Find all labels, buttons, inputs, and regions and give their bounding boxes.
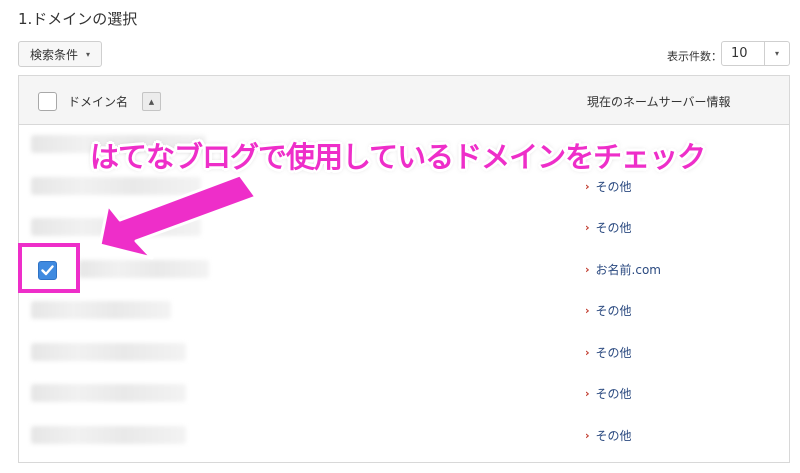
redacted-domain [31,218,201,236]
nameserver-link[interactable]: › その他 [585,427,632,444]
redacted-domain [31,425,186,444]
chevron-right-icon: › [585,221,590,234]
redacted-domain [79,259,209,278]
nameserver-link[interactable]: › その他 [585,219,632,236]
chevron-right-icon: › [585,304,590,317]
annotation-text: はてなブログで使用しているドメインをチェック [90,140,706,174]
nameserver-link[interactable]: › その他 [585,302,632,319]
nameserver-label: その他 [595,387,632,401]
highlight-box [18,243,80,293]
chevron-right-icon: › [585,345,590,359]
display-count-label: 表示件数： [667,50,722,63]
display-count-value: 10 [731,46,748,61]
redacted-domain [31,176,201,195]
nameserver-label: その他 [595,428,632,443]
chevron-right-icon: › [585,428,590,442]
column-header-domain: ドメイン名 [68,95,129,109]
chevron-right-icon: › [585,387,590,400]
nameserver-label: その他 [595,304,632,318]
nameserver-link[interactable]: › その他 [585,385,632,402]
redacted-domain [31,342,186,361]
table-row[interactable]: › その他 [19,208,789,249]
search-conditions-button[interactable]: 検索条件 ▾ [18,41,102,67]
table-row[interactable]: › その他 [19,333,789,374]
redacted-domain [31,384,186,402]
chevron-right-icon: › [585,262,590,276]
section-title: 1.ドメインの選択 [18,10,138,28]
column-header-nameserver: 現在のネームサーバー情報 [587,95,731,109]
display-count-select[interactable]: 10 ▾ [721,41,790,66]
nameserver-link[interactable]: › お名前.com [585,261,661,278]
select-all-checkbox[interactable] [38,92,57,111]
table-header: ドメイン名 ▲ 現在のネームサーバー情報 [19,76,789,125]
sort-button[interactable]: ▲ [142,92,161,111]
table-row[interactable]: › お名前.com [19,250,789,291]
nameserver-label: その他 [595,221,632,235]
search-conditions-label: 検索条件 [29,47,78,62]
nameserver-label: その他 [595,179,632,194]
table-row[interactable]: › その他 [19,291,789,332]
chevron-down-icon: ▾ [86,49,91,59]
nameserver-label: お名前.com [595,262,661,277]
table-row[interactable]: › その他 [19,374,789,415]
nameserver-link[interactable]: › その他 [585,344,632,361]
nameserver-link[interactable]: › その他 [585,178,632,195]
nameserver-label: その他 [595,345,632,360]
table-row[interactable]: › その他 [19,416,789,457]
chevron-down-icon: ▾ [764,42,789,65]
chevron-right-icon: › [585,179,590,193]
redacted-domain [31,301,171,319]
